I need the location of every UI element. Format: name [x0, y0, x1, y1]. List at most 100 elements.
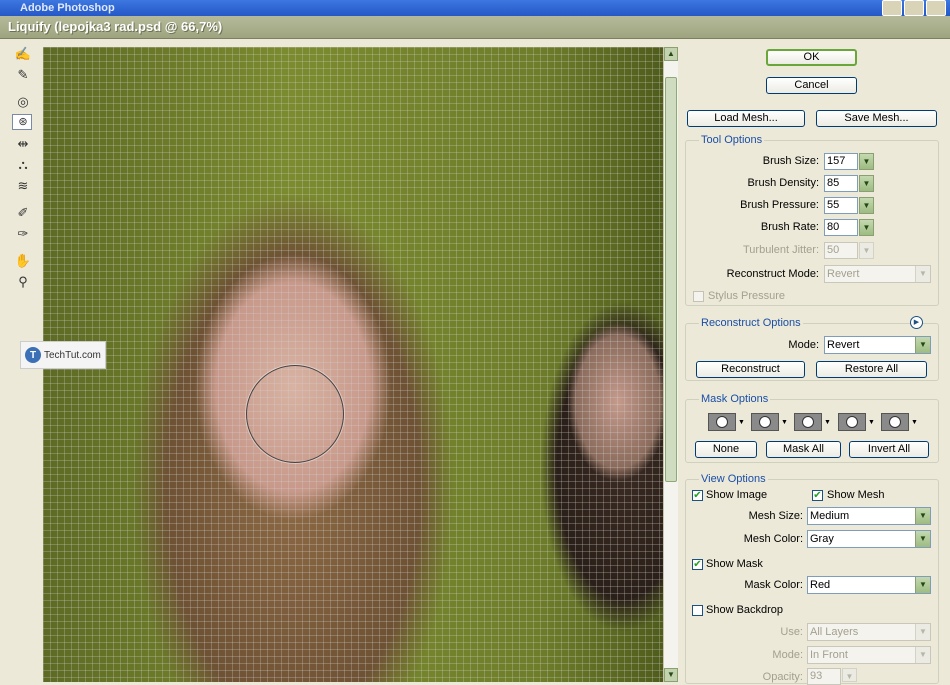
push-left-tool-icon[interactable]: ⇹	[12, 135, 34, 153]
reconstruct-mode-label-2: Mode:	[788, 339, 819, 351]
save-mesh-button[interactable]: Save Mesh...	[816, 110, 937, 127]
show-image-checkbox[interactable]: ✔	[692, 490, 703, 501]
chevron-down-icon[interactable]: ▼	[824, 419, 831, 426]
chevron-down-icon: ▼	[915, 647, 930, 663]
mesh-overlay	[43, 47, 663, 682]
tool-options-title: Tool Options	[699, 134, 765, 146]
brush-pressure-label: Brush Pressure:	[740, 199, 819, 211]
opacity-input[interactable]: 93	[807, 668, 841, 685]
backdrop-mode-value: In Front	[810, 649, 848, 661]
invert-all-button[interactable]: Invert All	[849, 441, 929, 458]
brush-pressure-input[interactable]: 55	[824, 197, 858, 214]
maximize-button[interactable]	[904, 0, 924, 16]
stylus-pressure-label: Stylus Pressure	[708, 290, 786, 302]
close-button[interactable]	[926, 0, 946, 16]
options-panel: OK Cancel Load Mesh... Save Mesh... Tool…	[681, 39, 950, 685]
ok-button[interactable]: OK	[766, 49, 857, 66]
show-mask-label: Show Mask	[706, 558, 763, 570]
reconstruct-button[interactable]: Reconstruct	[696, 361, 805, 378]
replace-selection-mask-icon[interactable]	[708, 413, 736, 431]
liquify-toolbar: ✍ ✎ ◎ ⊛ ◈ ⇹ ⛬ ≋ ✐ ✑ ✋ ⚲	[10, 45, 38, 294]
reconstruct-mode-value: Revert	[827, 268, 860, 280]
reconstruct-mode-value-2: Revert	[827, 339, 860, 351]
pucker-tool-icon[interactable]: ⊛	[12, 114, 32, 130]
subtract-from-selection-mask-icon[interactable]	[794, 413, 822, 431]
view-options-title: View Options	[699, 473, 768, 485]
use-select[interactable]: All Layers ▼	[807, 623, 931, 641]
cancel-button[interactable]: Cancel	[766, 77, 857, 94]
show-mask-checkbox[interactable]: ✔	[692, 559, 703, 570]
watermark-text: TechTut.com	[44, 349, 101, 361]
brush-size-label: Brush Size:	[762, 155, 819, 167]
backdrop-mode-select[interactable]: In Front ▼	[807, 646, 931, 664]
show-mesh-label: Show Mesh	[827, 489, 885, 501]
opacity-dropdown-icon[interactable]: ▼	[842, 668, 857, 682]
scroll-down-arrow-icon[interactable]: ▼	[664, 668, 678, 682]
hand-tool-icon[interactable]: ✋	[12, 252, 34, 270]
use-label: Use:	[780, 626, 803, 638]
zoom-tool-icon[interactable]: ⚲	[12, 273, 34, 291]
freeze-mask-tool-icon[interactable]: ✐	[12, 204, 34, 222]
forward-warp-tool-icon[interactable]: ✍	[12, 45, 34, 63]
show-backdrop-checkbox[interactable]	[692, 605, 703, 616]
brush-size-input[interactable]: 157	[824, 153, 858, 170]
mesh-color-label: Mesh Color:	[743, 533, 803, 545]
turbulent-jitter-label: Turbulent Jitter:	[742, 244, 819, 256]
brush-rate-dropdown-icon[interactable]: ▼	[859, 219, 874, 236]
load-mesh-button[interactable]: Load Mesh...	[687, 110, 805, 127]
preview-canvas[interactable]	[43, 47, 663, 682]
scroll-up-arrow-icon[interactable]: ▲	[664, 47, 678, 61]
techtut-watermark: T TechTut.com	[20, 341, 106, 369]
turbulent-jitter-input[interactable]: 50	[824, 242, 858, 259]
turbulence-tool-icon[interactable]: ≋	[12, 177, 34, 195]
mirror-tool-icon[interactable]: ⛬	[12, 156, 34, 174]
chevron-down-icon: ▼	[915, 266, 930, 282]
minimize-button[interactable]	[882, 0, 902, 16]
brush-rate-input[interactable]: 80	[824, 219, 858, 236]
background-app-titlebar: Adobe Photoshop	[0, 0, 950, 16]
stylus-pressure-checkbox[interactable]	[693, 291, 704, 302]
chevron-down-icon[interactable]: ▼	[738, 419, 745, 426]
chevron-down-icon[interactable]: ▼	[911, 419, 918, 426]
turbulent-jitter-dropdown-icon[interactable]: ▼	[859, 242, 874, 259]
reconstruct-mode-select-2[interactable]: Revert ▼	[824, 336, 931, 354]
brush-pressure-dropdown-icon[interactable]: ▼	[859, 197, 874, 214]
liquify-dialog: ✍ ✎ ◎ ⊛ ◈ ⇹ ⛬ ≋ ✐ ✑ ✋ ⚲ T TechTut.com ▲ …	[0, 39, 950, 685]
mask-options-title: Mask Options	[699, 393, 771, 405]
reconstruct-tool-icon[interactable]: ✎	[12, 66, 34, 84]
mask-color-select[interactable]: Red ▼	[807, 576, 931, 594]
vertical-scrollbar[interactable]: ▲ ▼	[663, 47, 678, 682]
brush-rate-label: Brush Rate:	[760, 221, 819, 233]
mask-all-button[interactable]: Mask All	[766, 441, 841, 458]
brush-density-dropdown-icon[interactable]: ▼	[859, 175, 874, 192]
show-backdrop-label: Show Backdrop	[706, 604, 784, 616]
intersect-with-selection-mask-icon[interactable]	[838, 413, 866, 431]
thaw-mask-tool-icon[interactable]: ✑	[12, 225, 34, 243]
chevron-down-icon: ▼	[915, 508, 930, 524]
add-to-selection-mask-icon[interactable]	[751, 413, 779, 431]
play-menu-icon[interactable]: ▶	[910, 316, 923, 329]
mesh-size-select[interactable]: Medium ▼	[807, 507, 931, 525]
mesh-color-select[interactable]: Gray ▼	[807, 530, 931, 548]
brush-size-dropdown-icon[interactable]: ▼	[859, 153, 874, 170]
use-value: All Layers	[810, 626, 859, 638]
reconstruct-mode-select[interactable]: Revert ▼	[824, 265, 931, 283]
twirl-clockwise-tool-icon[interactable]: ◎	[12, 93, 34, 111]
chevron-down-icon[interactable]: ▼	[868, 419, 875, 426]
show-mesh-checkbox[interactable]: ✔	[812, 490, 823, 501]
brush-density-input[interactable]: 85	[824, 175, 858, 192]
scrollbar-thumb[interactable]	[665, 77, 677, 482]
brush-cursor	[246, 365, 344, 463]
dialog-titlebar[interactable]: Liquify (lepojka3 rad.psd @ 66,7%)	[0, 16, 950, 39]
techtut-logo-icon: T	[25, 347, 41, 363]
mesh-size-value: Medium	[810, 510, 850, 522]
restore-all-button[interactable]: Restore All	[816, 361, 927, 378]
mask-none-button[interactable]: None	[695, 441, 757, 458]
invert-selection-mask-icon[interactable]	[881, 413, 909, 431]
mesh-size-label: Mesh Size:	[748, 510, 803, 522]
chevron-down-icon: ▼	[915, 624, 930, 640]
brush-density-label: Brush Density:	[747, 177, 819, 189]
dialog-title: Liquify (lepojka3 rad.psd @ 66,7%)	[8, 19, 223, 34]
chevron-down-icon[interactable]: ▼	[781, 419, 788, 426]
reconstruct-options-title: Reconstruct Options	[699, 317, 803, 329]
